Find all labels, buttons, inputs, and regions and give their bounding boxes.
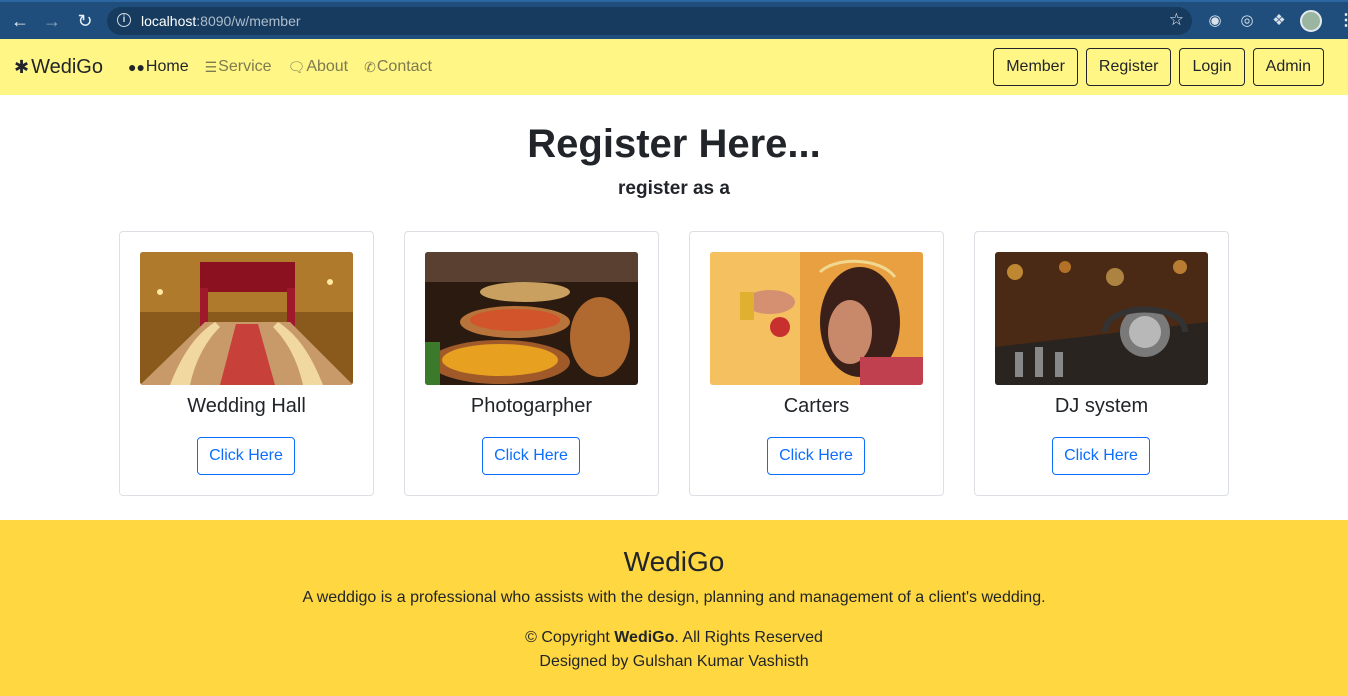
- nav-link-label: Contact: [376, 58, 432, 75]
- reload-icon[interactable]: ↻: [75, 11, 95, 31]
- category-cards: Wedding Hall Click Here Photogarpher Cli…: [119, 231, 1229, 496]
- profile-avatar[interactable]: [1300, 10, 1322, 32]
- card-photographer: Photogarpher Click Here: [404, 231, 659, 496]
- chat-icon: 🗨: [287, 58, 306, 75]
- photographer-click-button[interactable]: Click Here: [482, 437, 580, 475]
- record-icon[interactable]: ◎: [1238, 12, 1256, 30]
- nav-link-service[interactable]: ☰ Service: [205, 58, 272, 76]
- flower-icon: ✱: [14, 57, 30, 77]
- dj-system-click-button[interactable]: Click Here: [1052, 437, 1150, 475]
- wedding-hall-image: [140, 252, 353, 385]
- dj-system-image: [995, 252, 1208, 385]
- wedding-hall-click-button[interactable]: Click Here: [197, 437, 295, 475]
- nav-link-label: Service: [218, 58, 272, 75]
- browser-menu-icon[interactable]: ⋮: [1338, 10, 1348, 30]
- list-icon: ☰: [204, 58, 218, 75]
- nav-links: ●● Home ☰ Service 🗨 About ✆ Contact: [128, 58, 432, 76]
- nav-buttons: Member Register Login Admin: [993, 48, 1324, 86]
- brand-name: WediGo: [31, 56, 103, 78]
- card-title: DJ system: [1054, 395, 1149, 417]
- url-text[interactable]: localhost:8090/w/member: [141, 13, 301, 29]
- forward-arrow-icon[interactable]: →: [42, 11, 62, 31]
- browser-toolbar: ← → ↻ i localhost:8090/w/member ☆ ◉ ◎ ❖ …: [0, 0, 1348, 39]
- extensions-puzzle-icon[interactable]: ❖: [1270, 12, 1288, 30]
- admin-button[interactable]: Admin: [1252, 48, 1324, 86]
- nav-link-label: About: [306, 58, 349, 75]
- footer-copyright: © Copyright WediGo. All Rights Reserved: [525, 629, 823, 646]
- back-arrow-icon[interactable]: ←: [10, 11, 30, 31]
- footer-description: A weddigo is a professional who assists …: [302, 589, 1046, 606]
- nav-link-contact[interactable]: ✆ Contact: [364, 58, 432, 76]
- footer-copyright-brand: WediGo: [614, 629, 675, 646]
- users-icon: ●●: [128, 59, 145, 75]
- info-icon[interactable]: i: [117, 13, 131, 27]
- page-title: Register Here...: [527, 122, 821, 166]
- nav-link-about[interactable]: 🗨 About: [288, 58, 349, 76]
- footer-brand: WediGo: [623, 546, 725, 577]
- carters-click-button[interactable]: Click Here: [767, 437, 865, 475]
- card-title: Wedding Hall: [187, 395, 306, 417]
- login-button[interactable]: Login: [1179, 48, 1245, 86]
- register-button[interactable]: Register: [1085, 48, 1172, 86]
- card-title: Photogarpher: [470, 395, 593, 417]
- site-navbar: ✱ WediGo ●● Home ☰ Service 🗨 About ✆ Con…: [0, 39, 1348, 95]
- photographer-image: [425, 252, 638, 385]
- address-bar[interactable]: i localhost:8090/w/member ☆: [107, 7, 1192, 35]
- brand-logo[interactable]: ✱ WediGo: [14, 56, 103, 79]
- page-subtitle: register as a: [618, 178, 730, 199]
- phone-icon: ✆: [364, 58, 376, 75]
- nav-link-label: Home: [145, 58, 189, 75]
- nav-link-home[interactable]: ●● Home: [128, 58, 189, 76]
- footer-designed-by: Designed by Gulshan Kumar Vashisth: [539, 653, 809, 670]
- main-content: Register Here... register as a Wedding H…: [0, 95, 1348, 520]
- site-footer: WediGo A weddigo is a professional who a…: [0, 520, 1348, 696]
- card-carters: Carters Click Here: [689, 231, 944, 496]
- card-dj-system: DJ system Click Here: [974, 231, 1229, 496]
- bookmark-star-icon[interactable]: ☆: [1169, 10, 1184, 30]
- member-button[interactable]: Member: [993, 48, 1078, 86]
- carters-image: [710, 252, 923, 385]
- card-title: Carters: [783, 395, 850, 417]
- card-wedding-hall: Wedding Hall Click Here: [119, 231, 374, 496]
- camera-icon[interactable]: ◉: [1206, 12, 1224, 30]
